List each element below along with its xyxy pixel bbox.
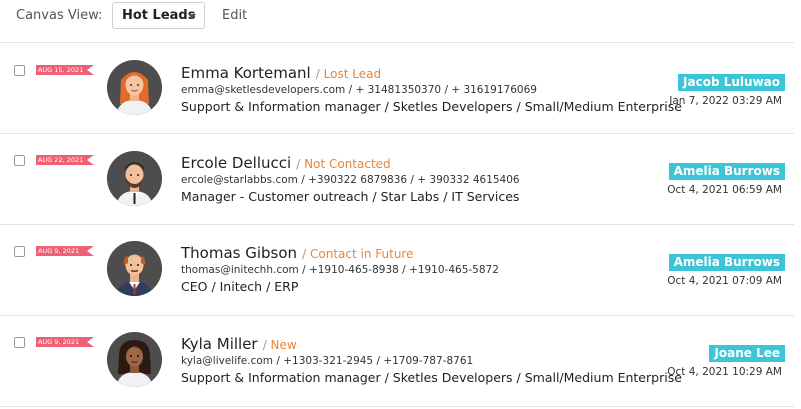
lead-contact: ercole@starlabbs.com / +390322 6879836 /… [181,174,520,186]
lead-select-checkbox[interactable] [14,246,25,257]
lead-status: New [270,338,297,352]
lead-company: Support & Information manager / Sketles … [181,99,682,114]
date-tag: AUG 9, 2021 [36,337,94,347]
lead-status: Lost Lead [323,67,382,81]
lead-timestamp: Oct 4, 2021 07:09 AM [667,275,782,287]
canvas-view-label: Canvas View: [16,8,103,23]
lead-row[interactable]: AUG 9, 2021 Thomas Gibson / Contact in F… [0,226,794,316]
date-tag: AUG 15, 2021 [36,65,94,75]
lead-row[interactable]: AUG 22, 2021 Ercole Dellucci / Not Conta… [0,135,794,225]
date-tag: AUG 22, 2021 [36,155,94,165]
divider [0,133,794,134]
divider [0,42,794,43]
lead-select-checkbox[interactable] [14,337,25,348]
lead-company: Manager - Customer outreach / Star Labs … [181,189,520,204]
lead-name[interactable]: Ercole Dellucci [181,154,291,172]
lead-timestamp: Oct 4, 2021 06:59 AM [667,184,782,196]
lead-name[interactable]: Thomas Gibson [181,244,297,262]
lead-name[interactable]: Kyla Miller [181,335,258,353]
lead-select-checkbox[interactable] [14,155,25,166]
chevron-down-icon [188,14,196,19]
lead-name-line: Ercole Dellucci / Not Contacted [181,154,391,172]
lead-row[interactable]: AUG 9, 2021 Kyla Miller / New kyla@livel… [0,317,794,407]
man-beard-avatar [107,151,162,206]
lead-status: Contact in Future [310,247,414,261]
lead-name[interactable]: Emma Kortemanl [181,64,311,82]
divider [0,224,794,225]
woman-curly-hair-avatar [107,332,162,387]
lead-timestamp: Jan 7, 2022 03:29 AM [669,95,782,107]
owner-badge[interactable]: Amelia Burrows [668,163,785,180]
lead-timestamp: Oct 4, 2021 10:29 AM [667,366,782,378]
owner-badge[interactable]: Joane Lee [709,345,785,362]
lead-select-checkbox[interactable] [14,65,25,76]
owner-badge[interactable]: Jacob Luluwao [678,74,785,91]
lead-contact: kyla@livelife.com / +1303-321-2945 / +17… [181,355,474,367]
lead-row[interactable]: AUG 15, 2021 Emma Kortemanl / Lost Lead … [0,44,794,134]
lead-contact: emma@sketlesdevelopers.com / + 314813503… [181,84,537,96]
owner-badge[interactable]: Amelia Burrows [668,254,785,271]
man-balding-avatar [107,241,162,296]
canvas-view-dropdown[interactable]: Hot Leads [112,2,205,29]
edit-view-link[interactable]: Edit [222,8,247,23]
woman-orange-hair-avatar [107,60,162,115]
lead-name-line: Thomas Gibson / Contact in Future [181,244,414,262]
lead-contact: thomas@initechh.com / +1910-465-8938 / +… [181,264,499,276]
lead-status: Not Contacted [304,157,391,171]
lead-company: CEO / Initech / ERP [181,279,299,294]
divider [0,315,794,316]
divider [0,406,794,407]
lead-company: Support & Information manager / Sketles … [181,370,682,385]
date-tag: AUG 9, 2021 [36,246,94,256]
canvas-toolbar: Canvas View: Hot Leads Edit [0,0,801,40]
lead-name-line: Kyla Miller / New [181,335,297,353]
canvas-view-selected: Hot Leads [122,8,196,23]
lead-name-line: Emma Kortemanl / Lost Lead [181,64,382,82]
